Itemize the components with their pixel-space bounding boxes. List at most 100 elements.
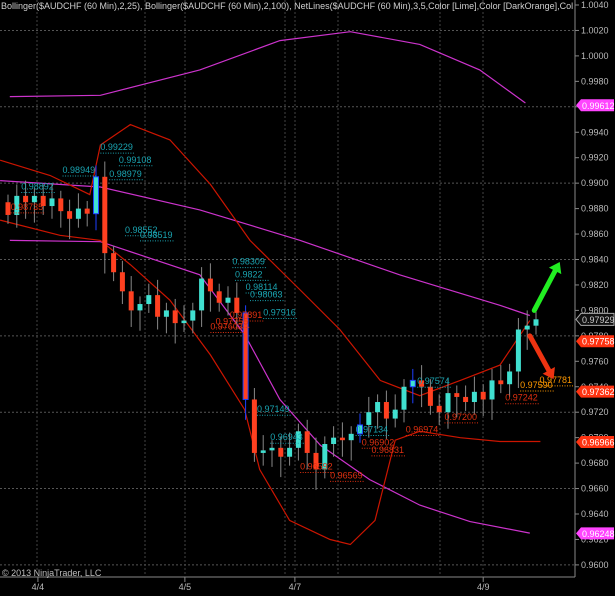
candle-body: [111, 253, 117, 273]
candle-body: [172, 310, 178, 324]
candle: [331, 426, 337, 457]
candle: [199, 267, 205, 327]
y-tick-label: 1.0020: [581, 25, 609, 35]
y-tick-label: 0.9980: [581, 76, 609, 86]
candle-body: [331, 437, 337, 445]
y-tick-label: 0.9820: [581, 280, 609, 290]
arrow-shaft: [527, 333, 552, 373]
level-label: 0.99108: [119, 155, 152, 165]
price-tag: 0.97929: [575, 312, 615, 326]
candle-body: [75, 208, 81, 219]
level-label: 0.96943: [270, 432, 303, 442]
price-tag-label: 0.96966: [582, 437, 615, 447]
candle-body: [216, 291, 222, 303]
candle-body: [278, 447, 284, 457]
level-label: 0.9822: [235, 269, 263, 279]
candle-body: [524, 325, 530, 330]
candle-body: [199, 278, 205, 311]
candle: [251, 388, 257, 462]
candle-body: [225, 297, 231, 303]
candle-body: [146, 295, 152, 305]
candle: [75, 193, 81, 228]
y-tick-label: 0.9640: [581, 509, 609, 519]
candle-body: [49, 198, 55, 207]
red-arrow-down-icon: [527, 333, 555, 380]
candle-body: [507, 371, 513, 385]
candle-body: [287, 447, 293, 457]
candle-body: [163, 310, 169, 317]
y-tick-label: 1.0040: [581, 0, 609, 10]
candle: [339, 422, 345, 457]
candle-body: [58, 198, 64, 212]
candle-body: [67, 211, 73, 219]
candle-body: [304, 431, 310, 453]
candle: [181, 305, 187, 333]
level-label: 0.98979: [109, 169, 142, 179]
level-label: 0.97781: [540, 375, 573, 385]
candle: [498, 365, 504, 394]
level-label: 0.97200: [444, 412, 477, 422]
candle: [260, 435, 266, 466]
candle: [216, 283, 222, 312]
level-label: 0.97149: [257, 404, 290, 414]
candle-body: [515, 329, 521, 372]
candle-body: [480, 391, 486, 400]
y-tick-label: 0.9720: [581, 407, 609, 417]
candle: [111, 245, 117, 282]
candle: [278, 436, 284, 478]
level-label: 0.98309: [232, 257, 265, 267]
level-label: 0.99229: [100, 142, 133, 152]
level-label: 0.98949: [63, 165, 96, 175]
level-label: 0.96569: [330, 470, 363, 480]
candle-body: [93, 176, 99, 215]
candle: [119, 260, 125, 305]
y-tick-label: 1.0000: [581, 51, 609, 61]
candle: [207, 263, 213, 312]
candle: [409, 368, 416, 404]
candle-body: [348, 433, 354, 441]
candle-body: [392, 409, 398, 419]
candle: [67, 199, 73, 240]
copyright: © 2013 NinjaTrader, LLC: [2, 568, 102, 578]
candle: [269, 440, 275, 467]
y-tick-label: 0.9760: [581, 356, 609, 366]
band-line: [9, 31, 526, 104]
candle: [58, 190, 64, 228]
level-label: 0.97134: [356, 425, 389, 435]
y-tick-label: 0.9920: [581, 153, 609, 163]
candle: [163, 302, 169, 334]
level-label: 0.98735: [11, 202, 44, 212]
candle-body: [454, 393, 460, 397]
price-tag-label: 0.97758: [582, 337, 615, 347]
candle: [436, 394, 442, 425]
candle-body: [260, 450, 266, 453]
y-tick-label: 0.9900: [581, 178, 609, 188]
candle-body: [445, 393, 451, 413]
arrow-shaft: [531, 268, 558, 313]
candle-body: [339, 437, 345, 441]
candle-body: [128, 291, 134, 311]
level-label: 0.98892: [21, 182, 54, 192]
x-tick-label: 4/4: [32, 582, 45, 592]
candle: [84, 200, 90, 227]
price-tag: 0.96248: [576, 527, 615, 540]
candle-body: [137, 304, 143, 311]
candle: [128, 276, 134, 327]
candle-body: [498, 380, 504, 385]
x-tick-label: 4/9: [477, 582, 490, 592]
candle-body: [463, 396, 469, 403]
y-tick-label: 0.9940: [581, 127, 609, 137]
candle: [392, 394, 398, 428]
price-chart[interactable]: 1.00401.00201.00000.99800.99600.99400.99…: [0, 0, 615, 596]
candle-body: [409, 379, 416, 388]
candle: [515, 318, 521, 389]
y-tick-label: 0.9880: [581, 204, 609, 214]
candle-body: [190, 310, 196, 321]
candle: [348, 426, 354, 461]
candle-body: [181, 320, 187, 324]
level-label: 0.96831: [371, 445, 404, 455]
price-tag: 0.97362: [576, 385, 615, 398]
price-tag: 0.96966: [576, 435, 615, 448]
candle: [480, 384, 486, 417]
level-label: 0.96592: [300, 461, 333, 471]
